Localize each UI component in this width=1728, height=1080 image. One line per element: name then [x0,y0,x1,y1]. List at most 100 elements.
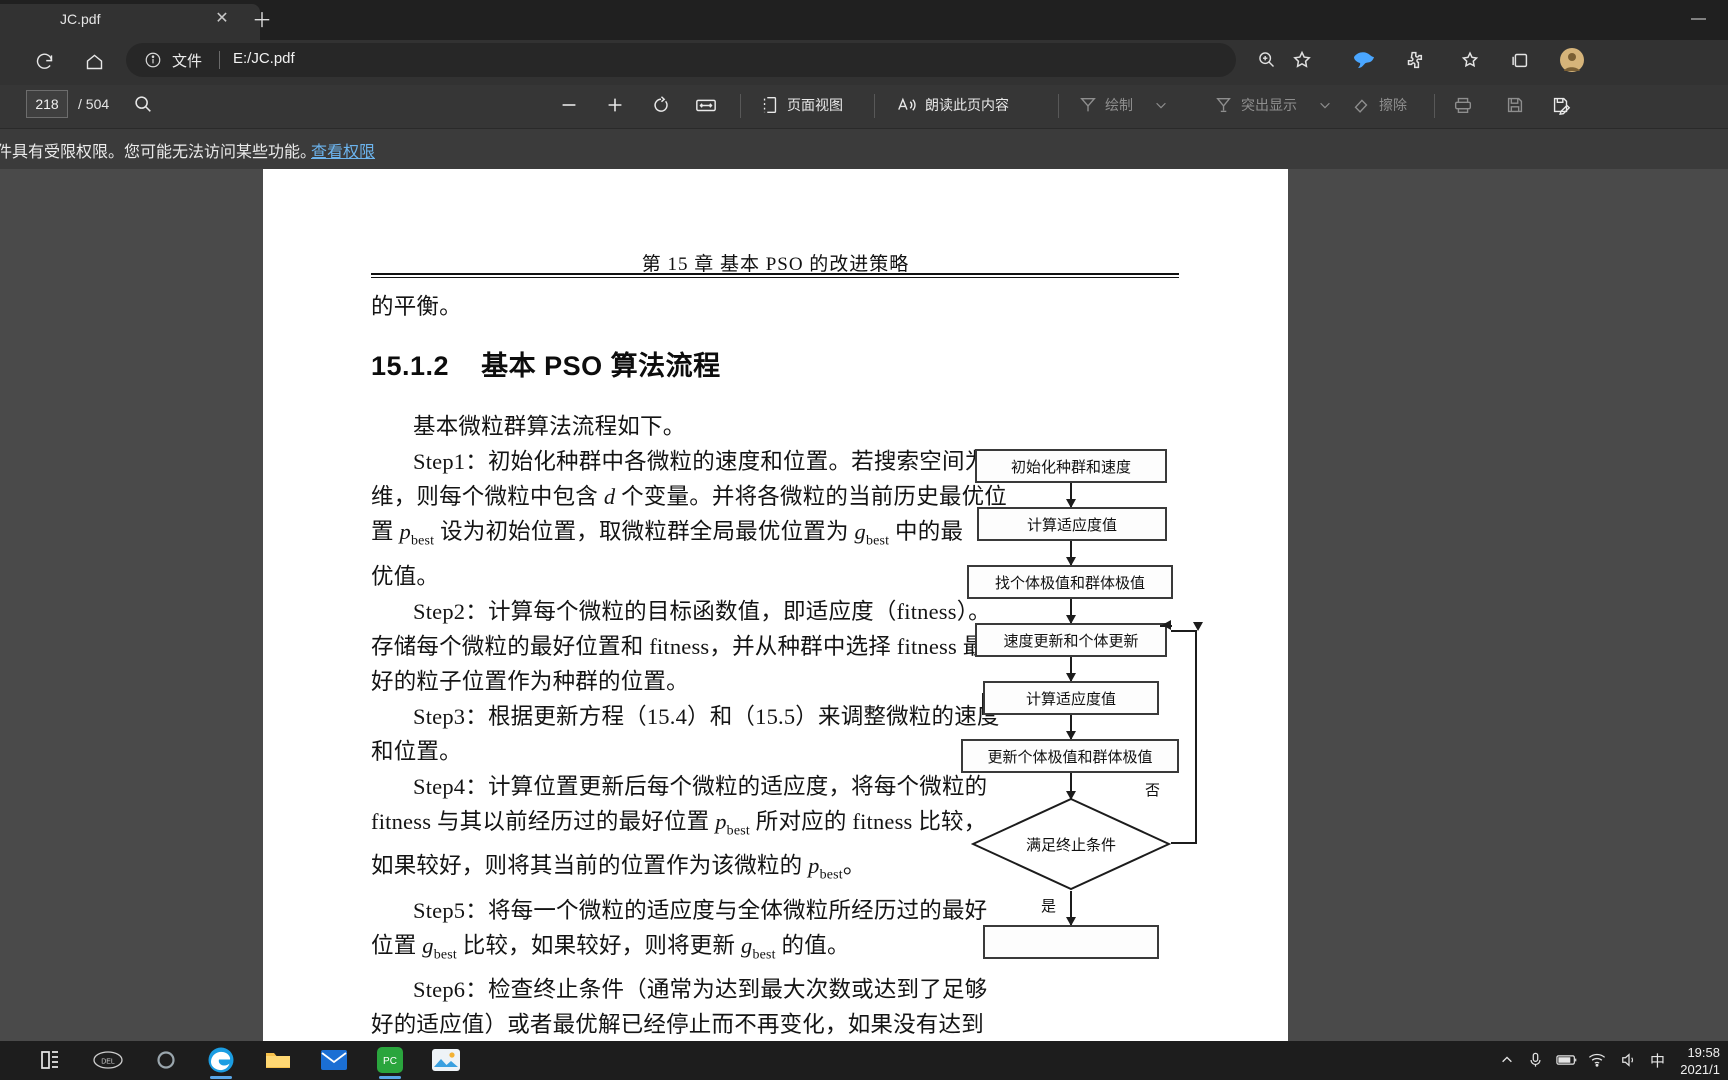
read-aloud-icon [896,94,918,116]
rotate-button[interactable] [650,92,672,118]
heading-spacer [371,324,949,409]
body-line-3: 置 pbest 设为初始位置，取微粒群全局最优位置为 gbest 中的最 [371,519,964,549]
flow-loop-no [1171,630,1197,844]
notification-message: 件具有受限权限。您可能无法访问某些功能。 [0,144,317,161]
page-number-input[interactable]: 218 [26,90,68,118]
pso-flowchart: 初始化种群和速度 计算适应度值 找个体极值和群体极值 速度更新和个体更新 计算适… [953,449,1203,1041]
minimize-icon[interactable]: — [1691,11,1706,26]
flow-node-3: 速度更新和个体更新 [975,623,1167,657]
close-icon[interactable]: ✕ [212,9,232,29]
address-bar[interactable]: 文件 E:/JC.pdf [126,43,1311,77]
browser-window: JC.pdf ✕ ＋ — 文件 E:/JC.pdf 218 / 504 页面视图… [0,0,1728,1080]
page-view-label: 页面视图 [787,97,843,113]
plus-icon[interactable]: ＋ [248,8,276,36]
body-line-4: 优值。 [371,563,440,589]
pdf-page[interactable]: 第 15 章 基本 PSO 的改进策略 15.1.2 基本 PSO 算法流程 的… [263,169,1288,1041]
chevron-down-icon[interactable] [1154,98,1168,112]
home-icon[interactable] [77,44,111,78]
draw-label: 绘制 [1105,97,1133,113]
speaker-icon[interactable] [1620,1044,1638,1076]
clock-date: 2021/1 [1680,1062,1720,1077]
clock-time: 19:58 [1687,1045,1720,1060]
fit-width-icon [694,94,718,116]
body-line-13: Step5：将每一个微粒的适应度与全体微粒所经历过的最好 [413,897,988,923]
windows-start-icon[interactable] [34,1044,66,1076]
edge-icon[interactable] [205,1044,237,1079]
toolbar-divider [1058,94,1059,118]
zoom-in-button[interactable] [604,92,626,118]
search-icon[interactable] [132,93,156,117]
read-aloud-label: 朗读此页内容 [925,97,1009,113]
body-line-14: 位置 gbest 比较，如果较好，则将更新 gbest 的值。 [371,932,850,963]
fit-width-button[interactable] [694,92,718,118]
profile-icon[interactable] [1556,44,1588,76]
collections-icon[interactable] [1504,44,1536,76]
battery-icon[interactable] [1556,1044,1578,1076]
url-text: E:/JC.pdf [233,50,295,67]
url-scheme-label: 文件 [172,53,203,70]
flow-node-4: 计算适应度值 [983,681,1159,715]
cortana-icon[interactable] [150,1044,182,1076]
flow-arrow [1066,657,1076,682]
flow-branch-no-label: 否 [1145,783,1161,799]
body-line-7: 好的粒子位置作为种群的位置。 [371,668,689,694]
address-divider [219,51,220,69]
chevron-down-icon[interactable] [1318,98,1332,112]
erase-button[interactable]: 擦除 [1350,92,1407,118]
body-line-6: 存储每个微粒的最好位置和 fitness，并从种群中选择 fitness 最 [371,633,986,659]
body-line-2: 维，则每个微粒中包含 d 个变量。并将各微粒的当前历史最优位 [371,484,1008,509]
toolbar-divider [874,94,875,118]
rotate-icon [650,94,672,116]
dell-icon[interactable]: DEL [92,1044,124,1076]
wifi-icon[interactable] [1588,1044,1606,1076]
draw-button[interactable]: 绘制 [1078,92,1168,118]
body-line-16: 好的适应值）或者最优解已经停止而不再变化，如果没有达到 [371,1012,984,1037]
svg-text:PC: PC [383,1056,397,1067]
view-permissions-link[interactable]: 查看权限 [311,138,375,162]
body-line-9: 和位置。 [371,738,462,764]
star-add-icon[interactable] [1290,48,1316,74]
zoom-out-button[interactable] [558,92,580,118]
folder-icon[interactable] [262,1044,294,1076]
chapter-running-head: 第 15 章 基本 PSO 的改进策略 [641,254,910,275]
favorites-icon[interactable] [1454,44,1486,76]
clock[interactable]: 19:58 2021/1 [1680,1044,1720,1078]
pdf-viewer[interactable]: 第 15 章 基本 PSO 的改进策略 15.1.2 基本 PSO 算法流程 的… [0,169,1728,1041]
flow-branch-yes-label: 是 [1041,899,1057,915]
minus-icon [558,94,580,116]
pc-manager-icon[interactable]: PC [374,1044,406,1079]
highlighter-icon [1214,94,1234,116]
eraser-icon [1350,94,1372,116]
body-line-8: Step3：根据更新方程（15.4）和（15.5）来调整微粒的速度 [413,703,1000,729]
flow-arrow [1066,715,1076,740]
tab-title: JC.pdf [60,11,101,27]
page-total-label: / 504 [78,96,110,112]
flow-node-0: 初始化种群和速度 [975,449,1167,483]
body-line-0: 基本微粒群算法流程如下。 [413,414,686,439]
puzzle-extension-icon[interactable] [1398,44,1430,76]
save-as-button[interactable] [1550,92,1572,118]
flow-arrow [1066,541,1076,566]
chevron-up-icon[interactable] [1500,1044,1514,1076]
highlight-button[interactable]: 突出显示 [1214,92,1332,118]
read-aloud-button[interactable]: 朗读此页内容 [896,92,1009,118]
zoom-in-icon[interactable] [1256,49,1278,71]
page-view-button[interactable]: 页面视图 [760,92,843,118]
flow-node-5: 更新个体极值和群体极值 [961,739,1179,773]
taskbar: DEL PC 中 19:58 2021/1 [0,1041,1728,1080]
ime-indicator[interactable]: 中 [1650,1044,1665,1076]
flow-arrow [1066,773,1076,800]
toolbar-divider [1434,94,1435,118]
refresh-icon[interactable] [27,44,61,78]
print-button[interactable] [1452,92,1474,118]
save-icon [1504,94,1526,116]
photos-icon[interactable] [430,1044,462,1076]
bird-extension-icon[interactable] [1348,44,1380,76]
microphone-icon[interactable] [1528,1044,1543,1076]
flow-arrow [1066,483,1076,508]
flow-node-1: 计算适应度值 [977,507,1167,541]
body-line-5: Step2：计算每个微粒的目标函数值，即适应度（fitness）。 [413,598,991,624]
mail-icon[interactable] [318,1044,350,1076]
save-button[interactable] [1504,92,1526,118]
intro-line: 的平衡。 [371,294,462,319]
